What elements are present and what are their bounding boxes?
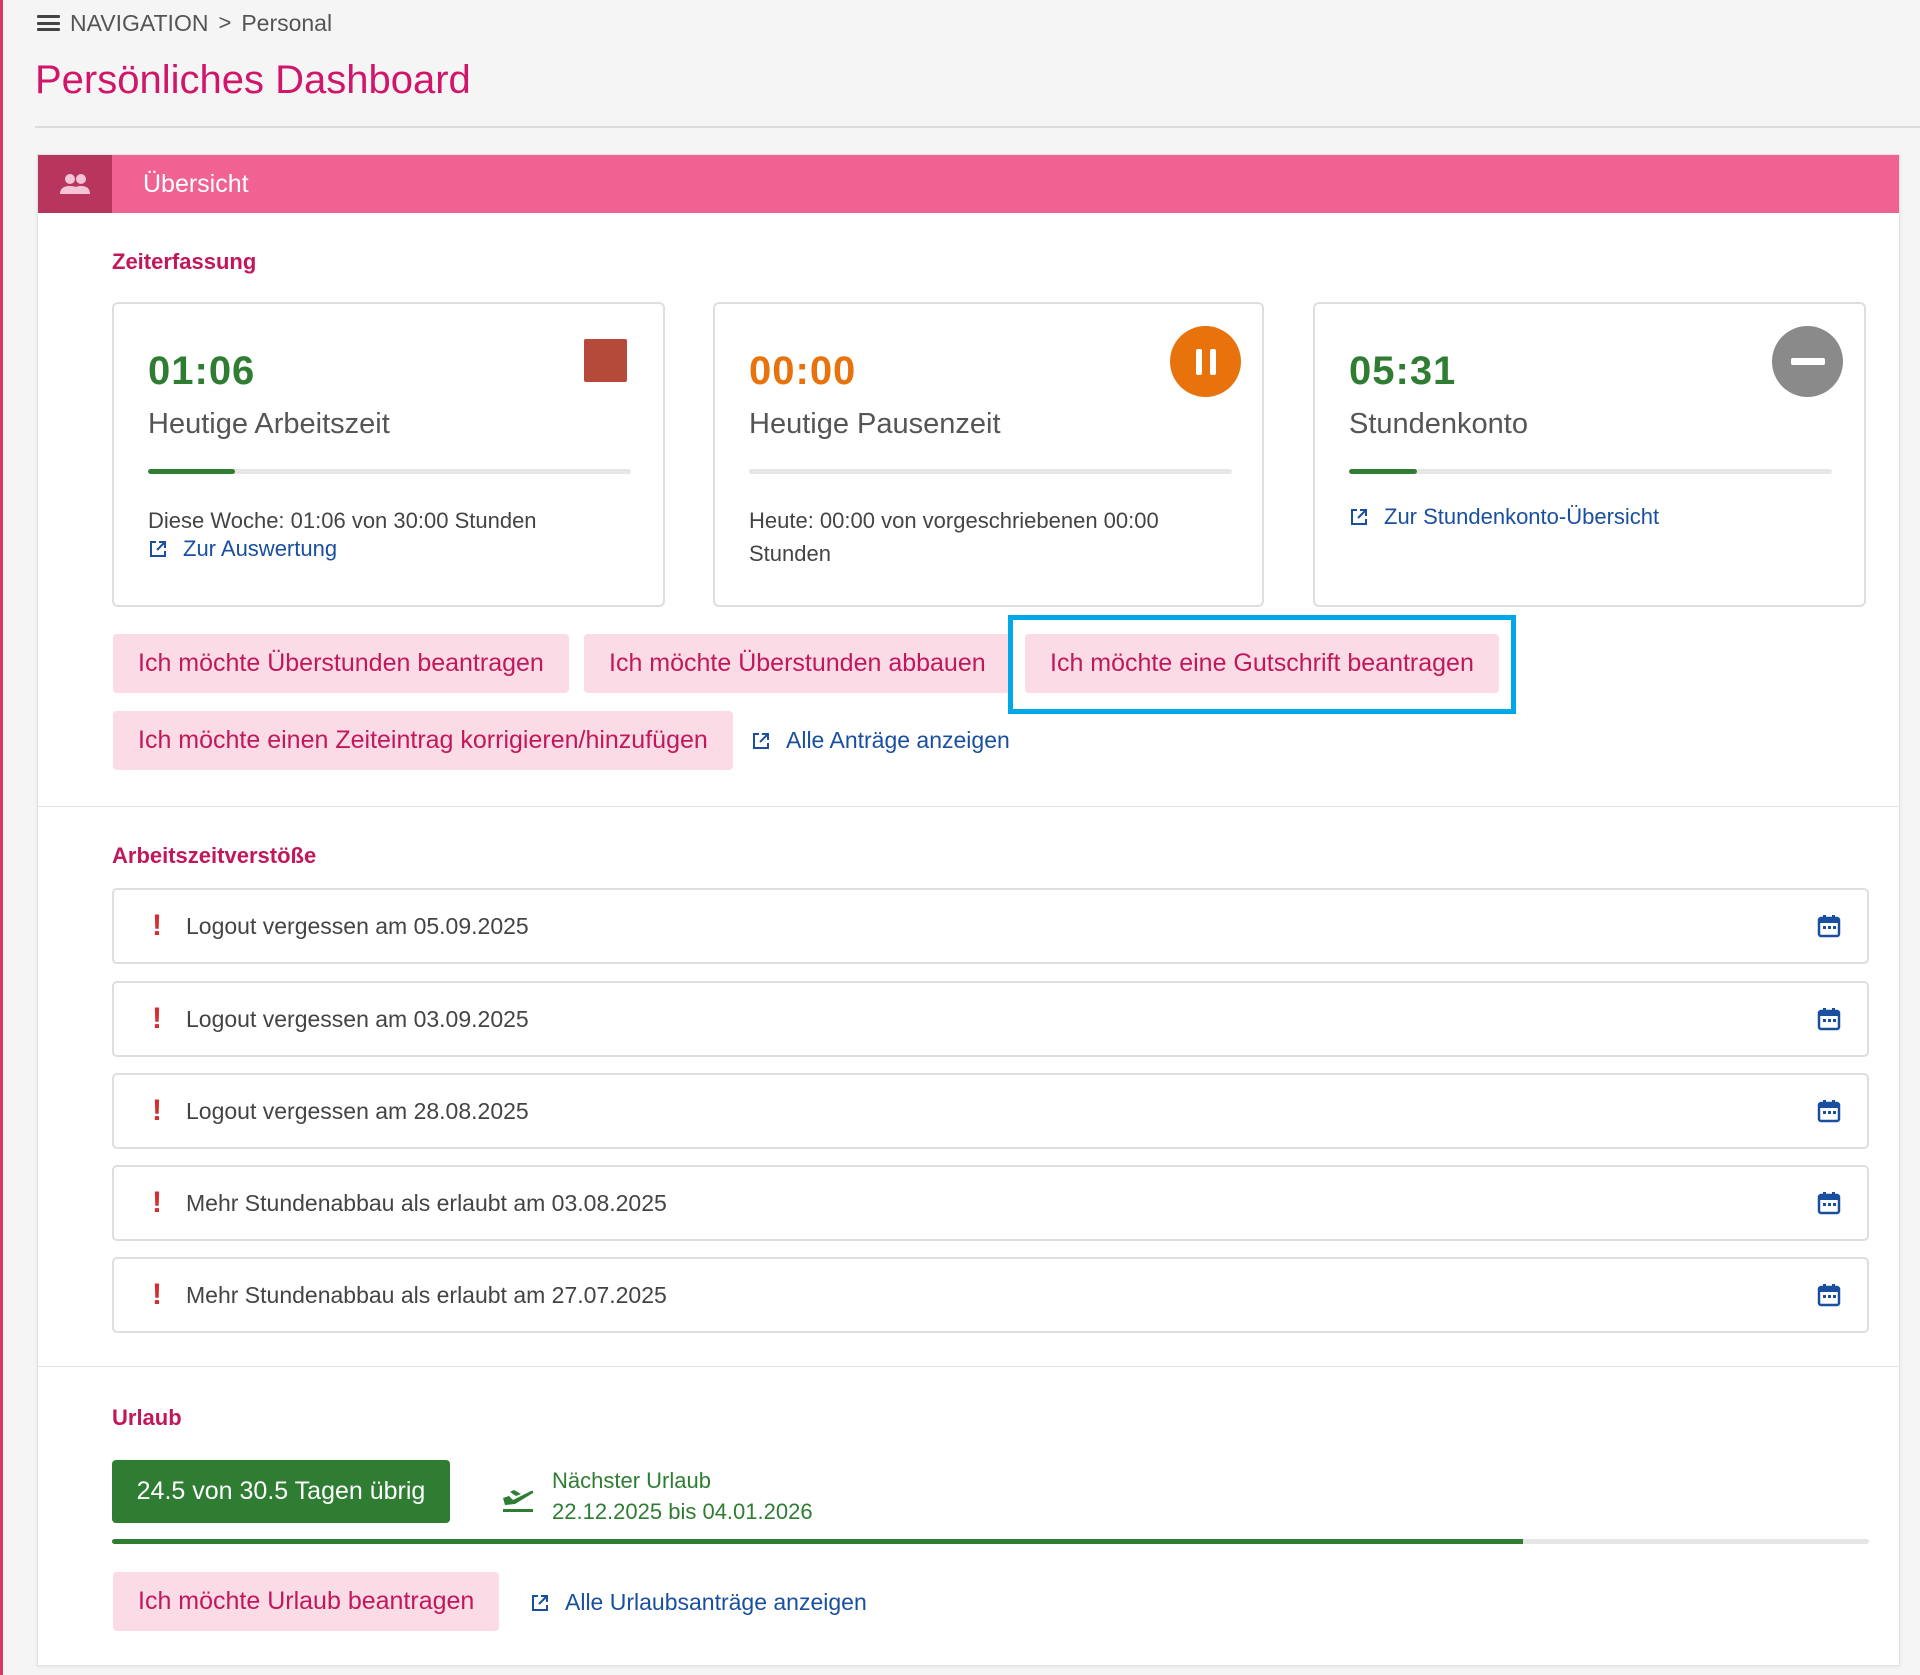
next-vacation-label: Nächster Urlaub: [552, 1468, 711, 1493]
warning-icon: !: [152, 909, 162, 942]
evaluation-link[interactable]: Zur Auswertung: [148, 536, 337, 562]
overview-card: Übersicht Zeiterfassung 01:06 Heutige Ar…: [37, 154, 1900, 1666]
violation-row: ! Mehr Stundenabbau als erlaubt am 27.07.…: [112, 1257, 1869, 1333]
violation-row: ! Logout vergessen am 28.08.2025: [112, 1073, 1869, 1149]
pause-today-info: Heute: 00:00 von vorgeschriebenen 00:00 …: [749, 508, 1159, 566]
violations-section-title: Arbeitszeitverstöße: [112, 843, 317, 868]
hours-account-progress-bar: [1349, 469, 1832, 474]
breadcrumb: NAVIGATION > Personal: [37, 8, 332, 38]
violation-text: Logout vergessen am 03.09.2025: [186, 1005, 529, 1032]
violation-text: Mehr Stundenabbau als erlaubt am 27.07.2…: [186, 1281, 667, 1308]
calendar-icon[interactable]: [1815, 1005, 1843, 1033]
section-divider: [38, 806, 1899, 807]
next-vacation-info: Nächster Urlaub 22.12.2025 bis 04.01.202…: [500, 1465, 813, 1527]
work-time-card: 01:06 Heutige Arbeitszeit Diese Woche: 0…: [112, 302, 665, 607]
work-week-info: Diese Woche: 01:06 von 30:00 Stunden: [148, 508, 537, 533]
work-time-progress-fill: [148, 469, 235, 474]
zeiterfassung-section-title: Zeiterfassung: [112, 249, 257, 274]
calendar-icon[interactable]: [1815, 1281, 1843, 1309]
evaluation-link-label: Zur Auswertung: [183, 536, 338, 561]
people-icon: [38, 155, 112, 213]
airplane-departure-icon: [503, 1490, 534, 1512]
work-time-progress-bar: [148, 469, 631, 474]
vacation-section-title: Urlaub: [112, 1405, 182, 1430]
pause-time-progress-bar: [749, 469, 1232, 474]
breadcrumb-root[interactable]: NAVIGATION: [70, 10, 208, 37]
title-divider: [35, 126, 1920, 128]
work-time-value: 01:06: [148, 349, 256, 393]
pause-icon[interactable]: [1170, 326, 1241, 397]
vacation-progress-fill: [112, 1539, 1524, 1544]
correct-time-entry-button[interactable]: Ich möchte einen Zeiteintrag korrigieren…: [113, 711, 733, 770]
breadcrumb-current: Personal: [241, 9, 333, 36]
request-credit-button[interactable]: Ich möchte eine Gutschrift beantragen: [1025, 634, 1499, 693]
vacation-days-remaining-badge[interactable]: 24.5 von 30.5 Tagen übrig: [112, 1460, 450, 1523]
left-accent-rule: [0, 0, 3, 1675]
violation-text: Logout vergessen am 05.09.2025: [186, 912, 529, 939]
page-title: Persönliches Dashboard: [35, 58, 471, 102]
hours-account-label: Stundenkonto: [1349, 408, 1528, 440]
violation-text: Mehr Stundenabbau als erlaubt am 03.08.2…: [186, 1189, 667, 1216]
violation-text: Logout vergessen am 28.08.2025: [186, 1097, 529, 1124]
all-vacation-requests-link-label: Alle Urlaubsanträge anzeigen: [565, 1589, 867, 1615]
violation-row: ! Logout vergessen am 03.09.2025: [112, 981, 1869, 1057]
warning-icon: !: [152, 1186, 162, 1219]
pause-time-card: 00:00 Heutige Pausenzeit Heute: 00:00 vo…: [713, 302, 1264, 607]
request-vacation-button[interactable]: Ich möchte Urlaub beantragen: [113, 1572, 500, 1631]
work-time-label: Heutige Arbeitszeit: [148, 408, 390, 440]
calendar-icon[interactable]: [1815, 1189, 1843, 1217]
hours-account-overview-link[interactable]: Zur Stundenkonto-Übersicht: [1349, 504, 1659, 530]
breadcrumb-separator: >: [218, 10, 232, 35]
warning-icon: !: [152, 1002, 162, 1035]
warning-icon: !: [152, 1094, 162, 1127]
pause-time-label: Heutige Pausenzeit: [749, 408, 1001, 440]
stop-icon[interactable]: [584, 339, 627, 382]
hours-account-progress-fill: [1349, 469, 1417, 474]
violation-row: ! Logout vergessen am 05.09.2025: [112, 888, 1869, 964]
calendar-icon[interactable]: [1815, 912, 1843, 940]
violation-row: ! Mehr Stundenabbau als erlaubt am 03.08.…: [112, 1165, 1869, 1241]
external-link-icon: [532, 1594, 548, 1611]
overview-card-header: Übersicht: [38, 155, 1899, 213]
vacation-progress-bar: [112, 1539, 1869, 1544]
section-divider: [38, 1366, 1899, 1367]
external-link-icon: [1351, 509, 1367, 525]
hours-account-card: 05:31 Stundenkonto Zur Stundenkonto-Über…: [1313, 302, 1866, 607]
overview-card-title: Übersicht: [143, 169, 249, 198]
request-overtime-button[interactable]: Ich möchte Überstunden beantragen: [113, 634, 569, 693]
all-requests-link[interactable]: Alle Anträge anzeigen: [751, 727, 1010, 754]
external-link-icon: [753, 732, 769, 749]
external-link-icon: [150, 541, 166, 557]
pause-time-value: 00:00: [749, 349, 857, 393]
all-vacation-requests-link[interactable]: Alle Urlaubsanträge anzeigen: [530, 1589, 867, 1616]
next-vacation-dates: 22.12.2025 bis 04.01.2026: [552, 1499, 813, 1524]
hamburger-menu-icon[interactable]: [37, 15, 60, 31]
reduce-overtime-button[interactable]: Ich möchte Überstunden abbauen: [584, 634, 1011, 693]
hours-account-value: 05:31: [1349, 349, 1457, 393]
warning-icon: !: [152, 1278, 162, 1311]
hours-account-overview-link-label: Zur Stundenkonto-Übersicht: [1384, 504, 1660, 529]
calendar-icon[interactable]: [1815, 1097, 1843, 1125]
all-requests-link-label: Alle Anträge anzeigen: [786, 727, 1010, 753]
minus-icon[interactable]: [1772, 326, 1843, 397]
